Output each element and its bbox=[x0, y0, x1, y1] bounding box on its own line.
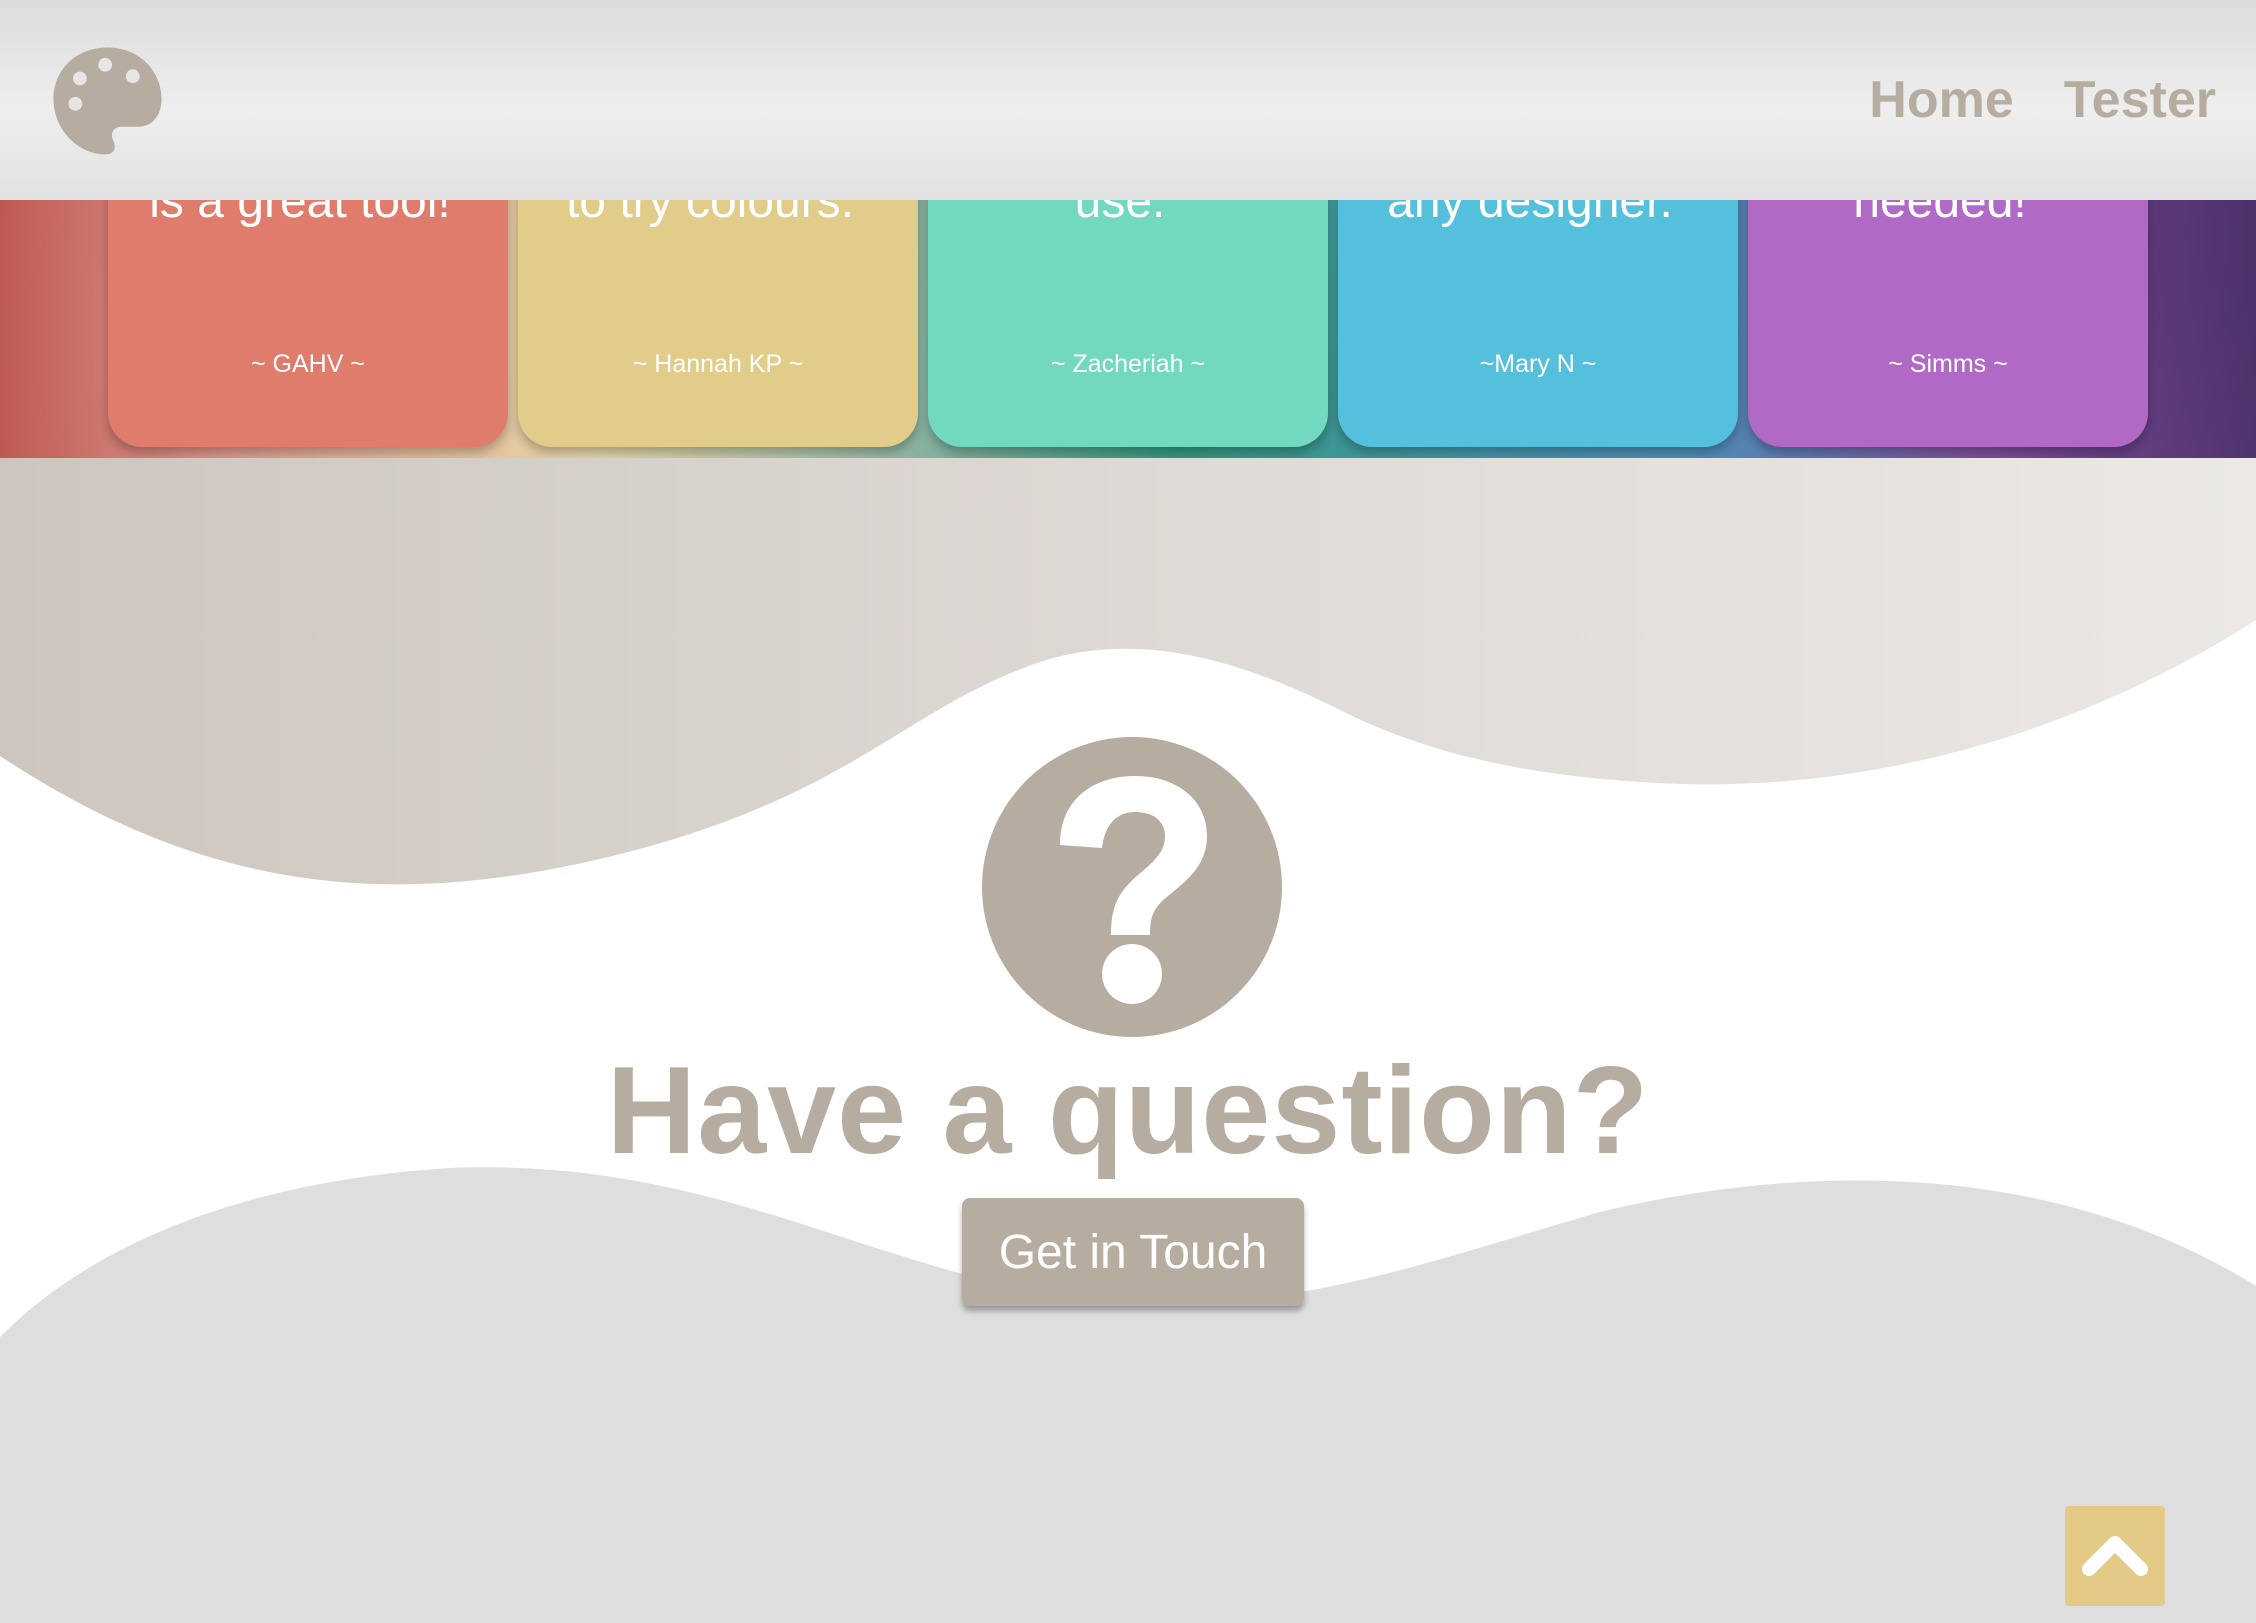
testimonial-author: ~ Simms ~ bbox=[1888, 350, 2008, 378]
testimonial-author: ~ Hannah KP ~ bbox=[632, 350, 804, 378]
testimonial-author: ~Mary N ~ bbox=[1479, 350, 1597, 378]
page: “Colour Splash is a great tool!” ~ GAHV … bbox=[0, 0, 2256, 1623]
testimonial-author: ~ GAHV ~ bbox=[251, 350, 365, 378]
nav-home-link[interactable]: Home bbox=[1869, 70, 2013, 130]
back-to-top-button[interactable] bbox=[2065, 1506, 2165, 1606]
question-circle-icon bbox=[982, 737, 1282, 1037]
palette-icon[interactable] bbox=[50, 44, 165, 159]
chevron-up-icon bbox=[2082, 1536, 2148, 1576]
question-title: Have a question? bbox=[606, 1042, 1650, 1180]
get-in-touch-button[interactable]: Get in Touch bbox=[962, 1198, 1304, 1306]
nav-tester-link[interactable]: Tester bbox=[2064, 70, 2216, 130]
site-header: Home Tester bbox=[0, 0, 2256, 200]
testimonial-author: ~ Zacheriah ~ bbox=[1050, 350, 1206, 378]
main-nav: Home Tester bbox=[1869, 70, 2216, 130]
